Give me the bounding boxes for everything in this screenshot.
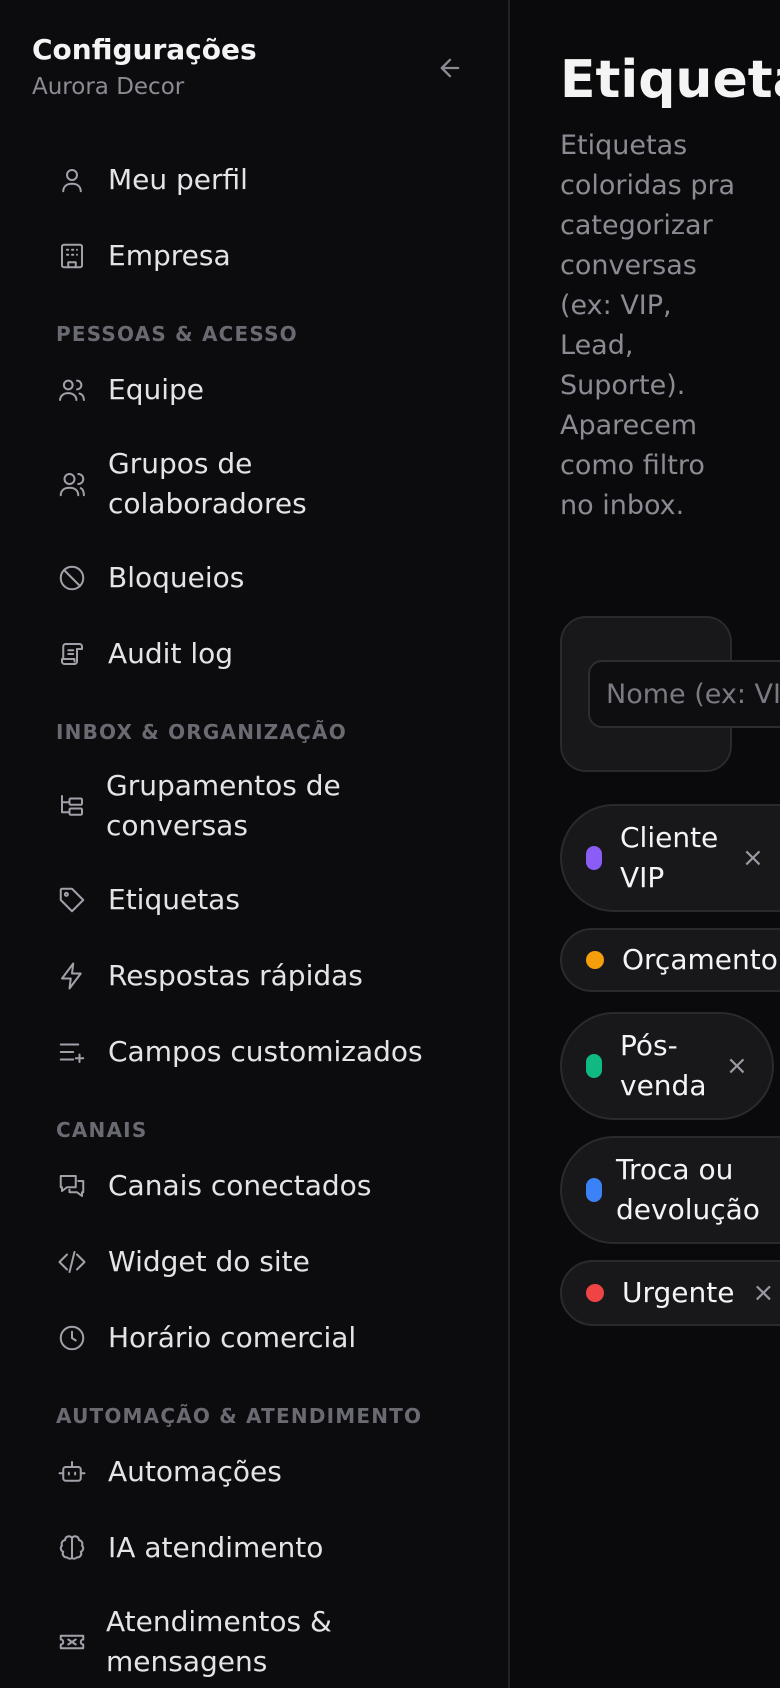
nav-item-audit-log[interactable]: Audit log: [0, 616, 508, 692]
settings-sidebar: Configurações Aurora Decor Meu perfil Em…: [0, 0, 510, 1688]
tag-chip: Cliente VIP ×: [560, 804, 780, 912]
users-group-icon: [56, 468, 88, 500]
nav-item-etiquetas[interactable]: Etiquetas: [0, 862, 508, 938]
messages-icon: [56, 1170, 88, 1202]
nav-item-ia-atendimento[interactable]: IA atendimento: [0, 1510, 508, 1586]
section-heading-inbox: INBOX & ORGANIZAÇÃO: [56, 720, 347, 744]
scroll-icon: [56, 638, 88, 670]
ban-icon: [56, 562, 88, 594]
nav-label: Canais conectados: [108, 1169, 372, 1202]
list-plus-icon: [56, 1036, 88, 1068]
tag-label: Orçamento: [622, 943, 778, 976]
nav-label: Empresa: [108, 239, 231, 272]
building-icon: [56, 240, 88, 272]
settings-nav: Meu perfil Empresa PESSOAS & ACESSO Equi…: [0, 142, 508, 1688]
main-content: Etiquetas Etiquetas coloridas pra catego…: [512, 0, 780, 1688]
tag-color-dot: [586, 951, 604, 969]
nav-label: Grupos de colaboradores: [108, 447, 307, 520]
ticket-icon: [56, 1626, 88, 1658]
nav-label: IA atendimento: [108, 1531, 324, 1564]
tag-icon: [56, 884, 88, 916]
nav-item-horario[interactable]: Horário comercial: [0, 1300, 508, 1376]
nav-label: Respostas rápidas: [108, 959, 363, 992]
nav-label: Etiquetas: [108, 883, 240, 916]
section-heading-canais: CANAIS: [56, 1118, 148, 1142]
section-heading-automacao: AUTOMAÇÃO & ATENDIMENTO: [56, 1404, 423, 1428]
tag-chip: Troca ou devolução ×: [560, 1136, 780, 1244]
nav-label: Audit log: [108, 637, 234, 670]
nav-item-grupos[interactable]: Grupos de colaboradores: [0, 428, 508, 540]
tag-name-input[interactable]: [588, 660, 780, 728]
sidebar-title: Configurações: [32, 33, 257, 66]
nav-item-grupamentos[interactable]: Grupamentos de conversas: [0, 750, 508, 862]
nav-item-meu-perfil[interactable]: Meu perfil: [0, 142, 508, 218]
remove-tag-button[interactable]: ×: [742, 843, 764, 873]
nav-label: Atendimentos & mensagens: [106, 1605, 332, 1678]
tag-label: Troca ou devolução: [616, 1153, 760, 1226]
nav-label: Widget do site: [108, 1245, 310, 1278]
tag-color-dot: [586, 1178, 602, 1202]
nav-label: Equipe: [108, 373, 204, 406]
page-title: Etiquetas: [560, 50, 780, 110]
sidebar-subtitle: Aurora Decor: [32, 74, 185, 100]
nav-label: Grupamentos de conversas: [106, 769, 341, 842]
nav-item-canais-conectados[interactable]: Canais conectados: [0, 1148, 508, 1224]
sidebar-header: Configurações Aurora Decor: [32, 30, 472, 110]
code-icon: [56, 1246, 88, 1278]
new-tag-form: [560, 616, 780, 772]
nav-item-atendimentos[interactable]: Atendimentos & mensagens: [0, 1586, 508, 1688]
tag-color-dot: [586, 1054, 602, 1078]
tag-chip: Urgente ×: [560, 1260, 780, 1326]
nav-item-widget[interactable]: Widget do site: [0, 1224, 508, 1300]
page-description: Etiquetas coloridas pra categorizar conv…: [560, 130, 736, 521]
nav-item-campos-customizados[interactable]: Campos customizados: [0, 1014, 508, 1090]
folder-tree-icon: [56, 790, 88, 822]
back-button[interactable]: [428, 46, 472, 90]
zap-icon: [56, 960, 88, 992]
tag-chip: Pós-venda ×: [560, 1012, 774, 1120]
section-heading-pessoas: PESSOAS & ACESSO: [56, 322, 298, 346]
nav-label: Campos customizados: [108, 1035, 423, 1068]
tag-label: Urgente: [622, 1276, 735, 1309]
bot-icon: [56, 1456, 88, 1488]
tag-label: Pós-venda: [620, 1029, 707, 1102]
tag-label: Cliente VIP: [620, 821, 719, 894]
nav-item-empresa[interactable]: Empresa: [0, 218, 508, 294]
nav-item-automacoes[interactable]: Automações: [0, 1434, 508, 1510]
user-icon: [56, 164, 88, 196]
tag-chip: Orçamento ×: [560, 928, 780, 992]
nav-label: Bloqueios: [108, 561, 245, 594]
tag-color-dot: [586, 846, 602, 870]
clock-icon: [56, 1322, 88, 1354]
nav-label: Horário comercial: [108, 1321, 357, 1354]
arrow-left-icon: [440, 58, 460, 78]
nav-item-respostas-rapidas[interactable]: Respostas rápidas: [0, 938, 508, 1014]
brain-icon: [56, 1532, 88, 1564]
nav-label: Meu perfil: [108, 163, 248, 196]
users-icon: [56, 374, 88, 406]
tag-color-dot: [586, 1284, 604, 1302]
nav-label: Automações: [108, 1455, 282, 1488]
settings-app: Configurações Aurora Decor Meu perfil Em…: [0, 0, 780, 1688]
remove-tag-button[interactable]: ×: [752, 1278, 774, 1308]
remove-tag-button[interactable]: ×: [726, 1051, 748, 1081]
nav-item-bloqueios[interactable]: Bloqueios: [0, 540, 508, 616]
nav-item-equipe[interactable]: Equipe: [0, 352, 508, 428]
